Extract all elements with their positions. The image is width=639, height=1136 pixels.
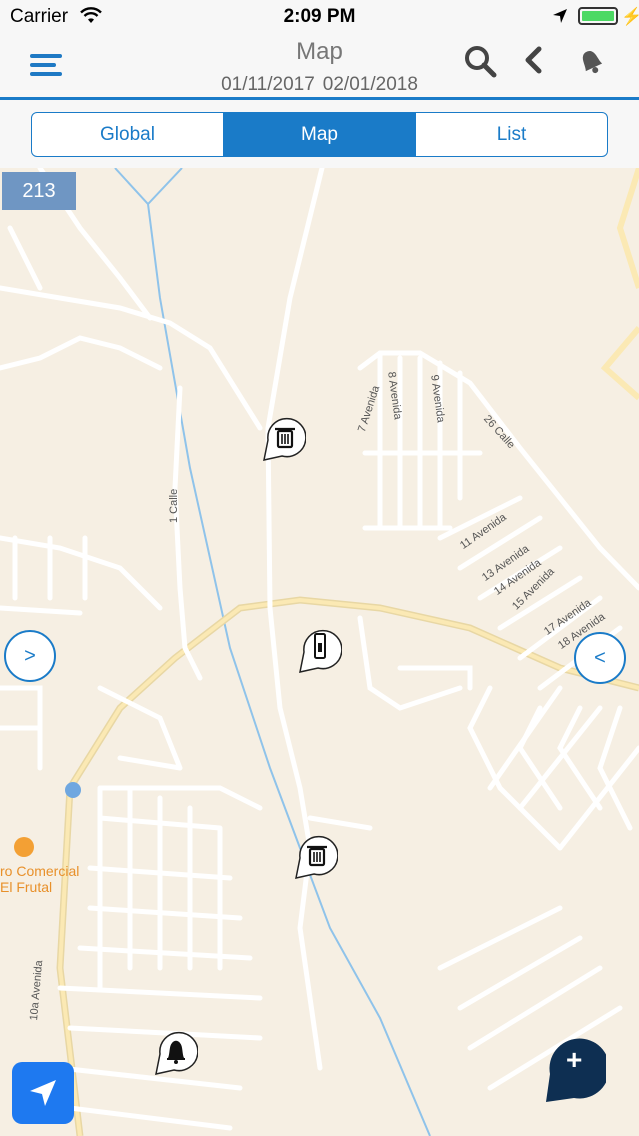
trash-pin-icon[interactable] — [292, 832, 339, 882]
tab-global[interactable]: Global — [32, 113, 224, 156]
tab-list[interactable]: List — [416, 113, 607, 156]
date-from: 01/11/2017 — [221, 74, 315, 95]
street-label: 1 Calle — [168, 488, 180, 523]
view-segmented-control: Global Map List — [31, 112, 608, 157]
search-icon — [465, 46, 497, 78]
expand-panel-button[interactable]: > — [4, 630, 56, 682]
bell-icon — [582, 51, 603, 74]
poi-label: ro Comercial El Frutal — [0, 863, 80, 895]
clock: 2:09 PM — [283, 6, 356, 27]
screen: Carrier 2:09 PM ⚡ Map 01/11/2017 02/01/20… — [0, 0, 639, 1136]
bell-pin-icon[interactable] — [152, 1028, 199, 1078]
location-arrow-icon — [30, 1080, 56, 1106]
add-label: + — [566, 1044, 583, 1075]
battery-icon — [578, 7, 618, 25]
my-location-button[interactable] — [12, 1062, 74, 1124]
trash-pin-icon[interactable] — [260, 414, 307, 464]
tab-map[interactable]: Map — [224, 113, 416, 156]
map-view[interactable]: 213 7 Avenida 8 Avenida 9 Avenida 26 Cal… — [0, 168, 639, 1136]
search-button[interactable] — [463, 44, 497, 83]
chevron-left-icon — [525, 46, 542, 74]
location-arrow-icon — [552, 8, 568, 30]
notifications-button[interactable] — [574, 44, 608, 83]
collapse-panel-button[interactable]: < — [574, 632, 626, 684]
back-button[interactable] — [522, 44, 544, 83]
nav-header: Map 01/11/2017 02/01/2018 — [0, 34, 639, 100]
date-to: 02/01/2018 — [322, 74, 418, 95]
charging-icon: ⚡ — [621, 7, 639, 26]
add-button[interactable]: + — [544, 1034, 610, 1104]
phone-pin-icon[interactable] — [296, 626, 343, 676]
status-bar: Carrier 2:09 PM ⚡ — [0, 0, 639, 34]
result-count-badge: 213 — [2, 172, 76, 210]
